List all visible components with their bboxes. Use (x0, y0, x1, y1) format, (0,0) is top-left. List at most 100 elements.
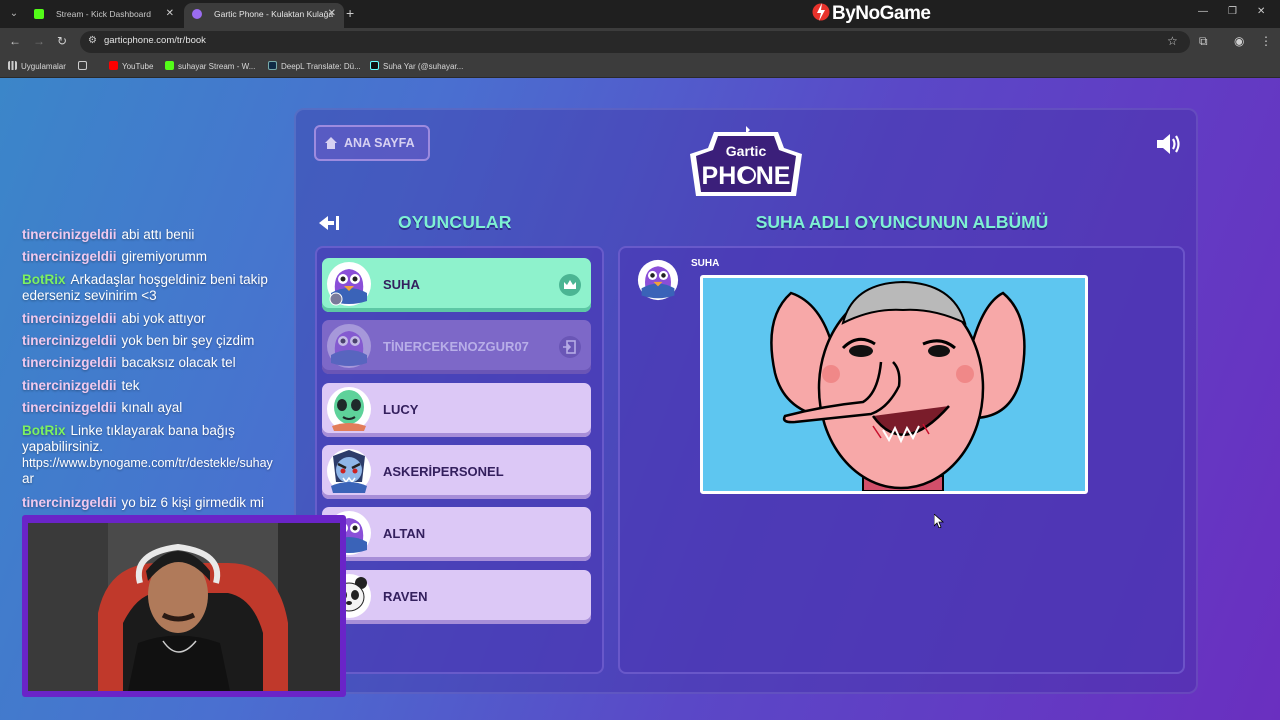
brand-text: ByNoGame (832, 3, 931, 24)
chat-text-cont: ederseniz sevinirim <3 (22, 288, 157, 303)
chat-username: tinercinizgeldii (22, 378, 117, 393)
player-name: ALTAN (383, 526, 426, 541)
bookmark-deepl[interactable]: DeepL Translate: Dü... (268, 61, 361, 71)
bookmark-apps[interactable]: Uygulamalar (8, 61, 66, 71)
player-name: RAVEN (383, 589, 428, 604)
webcam-video (28, 523, 340, 691)
close-tab-icon[interactable]: ✕ (328, 3, 336, 25)
player-name: SUHA (383, 277, 420, 292)
profile-icon[interactable]: ◉ (1234, 34, 1244, 48)
chat-message: tinercinizgeldii bacaksız olacak tel (22, 355, 318, 371)
gartic-favicon-icon (192, 9, 202, 19)
kick-icon (165, 61, 174, 70)
tab-search-chevron-icon[interactable]: ⌄ (6, 6, 22, 22)
bookmark-label: DeepL Translate: Dü... (281, 62, 361, 71)
collapse-back-icon[interactable] (316, 213, 340, 233)
bookmark-label: suhayar Stream - W... (178, 62, 256, 71)
chat-text: Arkadaşlar hoşgeldiniz beni takip (70, 272, 268, 287)
home-button-label: ANA SAYFA (344, 136, 415, 150)
tab-kick-dashboard[interactable]: Stream - Kick Dashboard ✕ (26, 3, 182, 28)
bookmark-label: Uygulamalar (21, 62, 66, 71)
new-tab-plus-icon[interactable]: + (346, 5, 354, 21)
chat-message: tinercinizgeldii abi attı benii (22, 227, 318, 243)
bookmarks-bar: Uygulamalar YouTube suhayar Stream - W..… (0, 56, 1280, 78)
bynogame-logo: ByNoGame (812, 1, 931, 27)
bynogame-bolt-icon (812, 3, 830, 21)
webcam-overlay (22, 515, 346, 697)
sound-speaker-icon[interactable] (1155, 132, 1183, 156)
tab-gartic-phone[interactable]: Gartic Phone - Kulaktan Kulağa ✕ (184, 3, 344, 28)
home-icon (325, 137, 337, 149)
home-button[interactable]: ANA SAYFA (314, 125, 430, 161)
bookmark-label: YouTube (122, 62, 154, 71)
crown-host-icon (559, 274, 581, 296)
minimize-icon[interactable]: — (1198, 6, 1208, 17)
chat-username: tinercinizgeldii (22, 355, 117, 370)
player-row-raven[interactable]: RAVEN (322, 570, 591, 624)
chat-message: tinercinizgeldii kınalı ayal (22, 400, 318, 416)
chat-text: Linke tıklayarak bana bağış (70, 423, 235, 438)
chat-username: tinercinizgeldii (22, 495, 117, 510)
chat-text: yo biz 6 kişi girmedik mi (121, 495, 265, 510)
chat-text: kınalı ayal (121, 400, 183, 415)
tiktok-icon (370, 61, 379, 70)
chat-username: BotRix (22, 423, 66, 438)
chat-username: tinercinizgeldii (22, 249, 117, 264)
logo-top-text: Gartic (726, 143, 767, 159)
drawn-face-image (703, 278, 1085, 491)
back-arrow-icon[interactable]: ← (9, 34, 21, 48)
player-name: LUCY (383, 402, 419, 417)
bookmark-tiktok[interactable]: Suha Yar (@suhayar... (370, 61, 463, 71)
pigeon-avatar-icon (327, 324, 371, 368)
kick-favicon-icon (34, 9, 44, 19)
exit-door-icon (559, 336, 581, 358)
menu-kebab-icon[interactable]: ⋮ (1260, 34, 1272, 48)
chat-text-cont: yapabilirsiniz. (22, 439, 104, 454)
restore-icon[interactable]: ❐ (1228, 6, 1237, 17)
forward-arrow-icon[interactable]: → (33, 34, 45, 48)
chat-link-text: https://www.bynogame.com/tr/destekle/suh… (22, 456, 273, 470)
youtube-icon (109, 61, 118, 70)
player-row-suha[interactable]: SUHA (322, 258, 591, 312)
bookmark-star-icon[interactable]: ☆ (1167, 34, 1178, 48)
player-row-lucy[interactable]: LUCY (322, 383, 591, 437)
album-drawing (700, 275, 1088, 494)
bookmark-youtube[interactable]: YouTube (109, 61, 153, 71)
bookmark-grid[interactable] (78, 61, 91, 71)
chat-text: abi yok attıyor (121, 311, 206, 326)
close-tab-icon[interactable]: ✕ (166, 3, 174, 25)
chat-message: tinercinizgeldii yok ben bir şey çizdim (22, 333, 318, 349)
pigeon-avatar-icon (637, 259, 679, 301)
deepl-icon (268, 61, 277, 70)
apps-grid-icon (8, 61, 17, 70)
chat-username: BotRix (22, 272, 66, 287)
chat-message: tinercinizgeldii yo biz 6 kişi girmedik m… (22, 495, 318, 511)
player-name: TİNERCEKENOZGUR07 (383, 339, 529, 354)
bookmark-label: Suha Yar (@suhayar... (383, 62, 464, 71)
players-heading: OYUNCULAR (398, 212, 512, 232)
streamer-video-image (28, 523, 340, 691)
player-row-tinercekenozgur07[interactable]: TİNERCEKENOZGUR07 (322, 320, 591, 374)
chat-text: giremiyorumm (121, 249, 208, 264)
grid-icon (78, 61, 87, 70)
chat-username: tinercinizgeldii (22, 333, 117, 348)
chat-username: tinercinizgeldii (22, 311, 117, 326)
reload-icon[interactable]: ↻ (57, 34, 67, 48)
player-name: ASKERİPERSONEL (383, 464, 504, 479)
close-window-icon[interactable]: ✕ (1257, 6, 1265, 17)
gartic-phone-logo: Gartic PHONE (690, 126, 802, 196)
extensions-icon[interactable]: ⧉ (1199, 34, 1208, 49)
bookmark-kick[interactable]: suhayar Stream - W... (165, 61, 255, 71)
address-bar[interactable]: ⚙ garticphone.com/tr/book ☆ (80, 31, 1190, 53)
browser-toolbar: ← → ↻ ⚙ garticphone.com/tr/book ☆ ⧉ ◉ ⋮ (0, 28, 1280, 56)
chat-username: tinercinizgeldii (22, 227, 117, 242)
site-info-icon[interactable]: ⚙ (88, 35, 97, 46)
tab-label: Gartic Phone - Kulaktan Kulağa (214, 9, 334, 19)
player-row-altan[interactable]: ALTAN (322, 507, 591, 561)
tab-label: Stream - Kick Dashboard (56, 9, 151, 19)
alien-avatar-icon (327, 387, 371, 431)
player-row-askeripersonel[interactable]: ASKERİPERSONEL (322, 445, 591, 499)
chat-message: BotRix Linke tıklayarak bana bağış yapabil… (22, 423, 318, 487)
chat-message: BotRix Arkadaşlar hoşgeldiniz beni takip e… (22, 272, 318, 304)
chat-text: yok ben bir şey çizdim (121, 333, 255, 348)
